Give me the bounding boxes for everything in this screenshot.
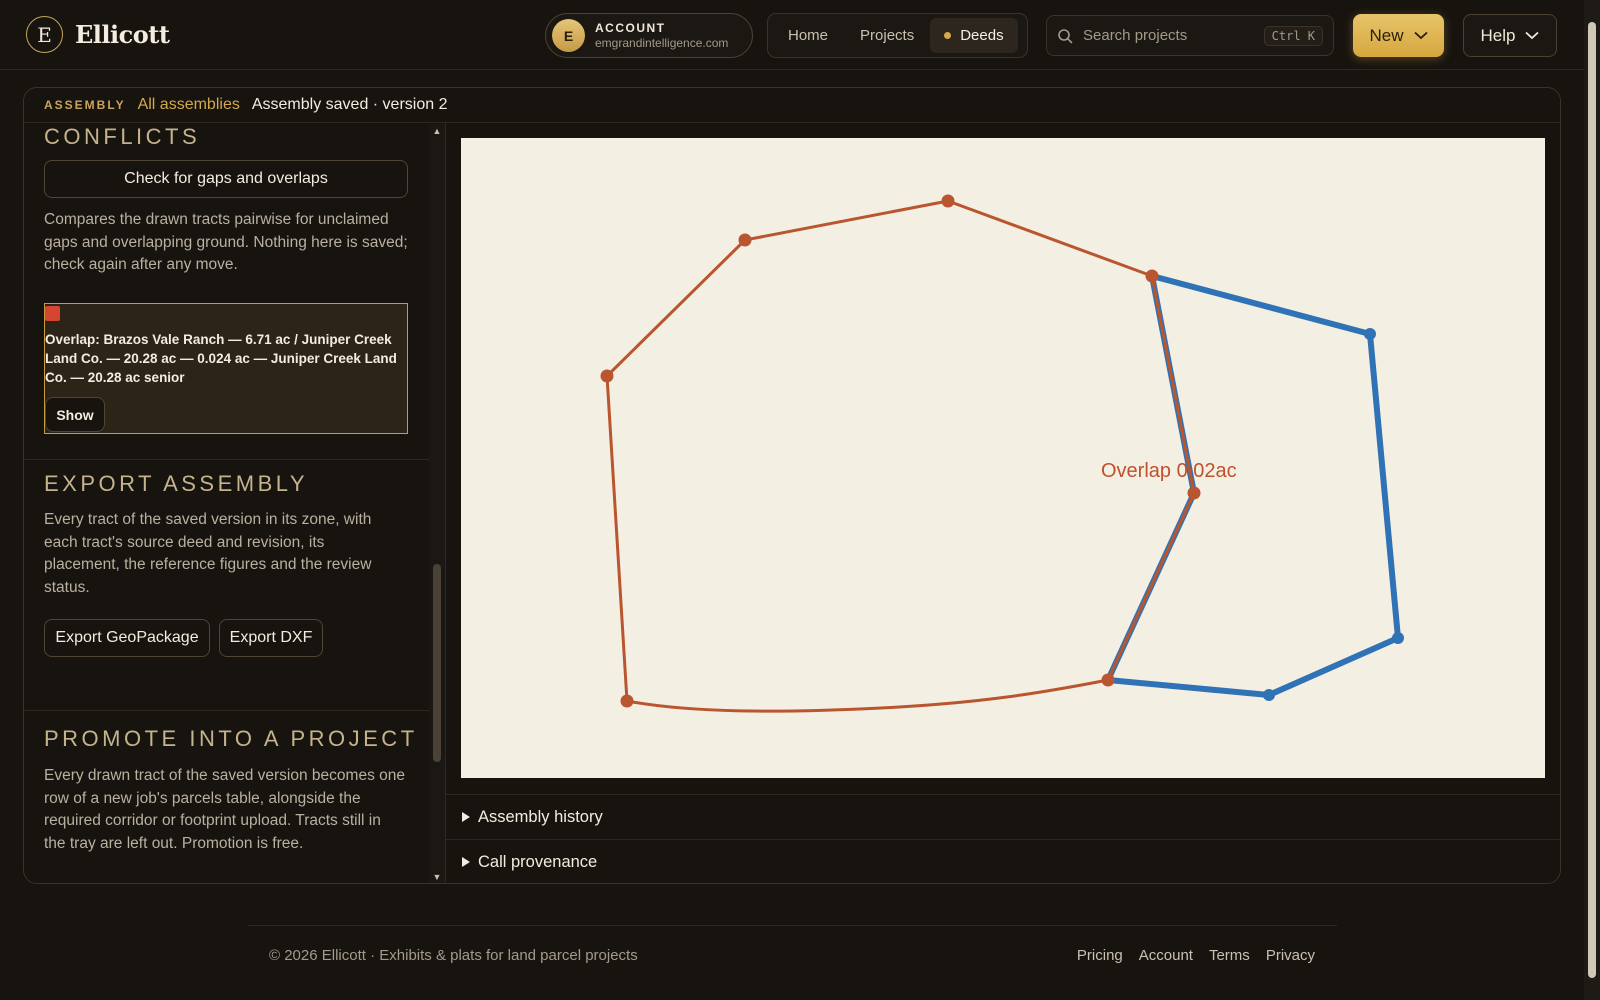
- assembly-sidebar: CONFLICTS Check for gaps and overlaps Co…: [24, 123, 446, 883]
- app-name: Ellicott: [75, 20, 170, 49]
- assembly-panel: ASSEMBLY All assemblies Assembly saved ·…: [23, 87, 1561, 884]
- assembly-breadcrumb: ASSEMBLY All assemblies Assembly saved ·…: [24, 88, 1560, 123]
- footer-links: Pricing Account Terms Privacy: [1077, 947, 1315, 964]
- map-canvas[interactable]: Overlap 0.02ac: [461, 138, 1545, 778]
- tract-a-boundary[interactable]: [605, 199, 1196, 713]
- assembly-history-toggle[interactable]: Assembly history: [446, 794, 1560, 839]
- tract-b-boundary[interactable]: [1105, 273, 1401, 698]
- avatar: E: [552, 19, 585, 52]
- disclosure-triangle-icon: [462, 812, 470, 822]
- disclosure-triangle-icon: [462, 857, 470, 867]
- call-provenance-toggle[interactable]: Call provenance: [446, 839, 1560, 883]
- overlap-flag-icon: [45, 306, 60, 321]
- scroll-down-icon[interactable]: ▼: [432, 872, 442, 882]
- assembly-canvas-area: Overlap 0.02ac Assembly history Call pro…: [446, 123, 1560, 883]
- promote-heading: PROMOTE INTO A PROJECT: [44, 726, 418, 751]
- nav-projects[interactable]: Projects: [844, 18, 930, 53]
- account-chip[interactable]: E ACCOUNT emgrandintelligence.com: [545, 13, 753, 58]
- all-assemblies-link[interactable]: All assemblies: [138, 96, 240, 114]
- logo[interactable]: E Ellicott: [26, 16, 170, 53]
- assembly-kicker: ASSEMBLY: [44, 98, 126, 112]
- page-scroll-thumb[interactable]: [1588, 22, 1596, 978]
- sidebar-scrollbar[interactable]: ▲ ▼: [429, 124, 445, 883]
- tract-a-vertices[interactable]: [600, 194, 1201, 708]
- call-provenance-label: Call provenance: [478, 852, 598, 871]
- nav-home[interactable]: Home: [772, 18, 844, 53]
- main-nav: Home Projects Deeds: [767, 13, 1028, 58]
- top-bar: E Ellicott E ACCOUNT emgrandintelligence…: [0, 0, 1584, 70]
- export-heading: EXPORT ASSEMBLY: [44, 471, 309, 496]
- chevron-down-icon: [1413, 31, 1428, 40]
- footer-link-terms[interactable]: Terms: [1209, 947, 1250, 964]
- export-geopackage-button[interactable]: Export GeoPackage: [44, 619, 210, 657]
- search-box[interactable]: Ctrl K: [1046, 15, 1334, 56]
- show-conflict-button[interactable]: Show: [45, 397, 105, 432]
- new-button-label: New: [1369, 25, 1404, 45]
- promote-description: Every drawn tract of the saved version b…: [44, 767, 405, 852]
- search-input[interactable]: [1083, 27, 1263, 44]
- check-gaps-button[interactable]: Check for gaps and overlaps: [44, 160, 408, 198]
- chevron-down-icon: [1525, 31, 1540, 40]
- export-description: Every tract of the saved version in its …: [44, 511, 372, 596]
- sidebar-scroll-thumb[interactable]: [433, 564, 441, 762]
- account-label: ACCOUNT: [595, 21, 666, 35]
- conflicts-heading: CONFLICTS: [44, 124, 201, 149]
- assembly-status: Assembly saved · version 2: [251, 96, 448, 113]
- nav-deeds-label: Deeds: [960, 27, 1004, 44]
- conflict-result-card: Overlap: Brazos Vale Ranch — 6.71 ac / J…: [44, 303, 408, 434]
- conflict-result-text: Overlap: Brazos Vale Ranch — 6.71 ac / J…: [45, 332, 397, 385]
- active-dot-icon: [944, 32, 952, 39]
- section-divider: [24, 459, 429, 460]
- footer-divider: [248, 925, 1337, 926]
- search-shortcut: Ctrl K: [1263, 25, 1323, 46]
- help-button[interactable]: Help: [1463, 14, 1557, 57]
- export-dxf-button[interactable]: Export DXF: [219, 619, 323, 657]
- search-icon: [1058, 28, 1073, 43]
- section-divider: [24, 710, 429, 711]
- tract-drawing[interactable]: Overlap 0.02ac: [461, 138, 1545, 778]
- scroll-up-icon[interactable]: ▲: [432, 126, 442, 136]
- footer-copyright: © 2026 Ellicott · Exhibits & plats for l…: [269, 947, 638, 964]
- nav-deeds[interactable]: Deeds: [930, 18, 1018, 53]
- footer-link-pricing[interactable]: Pricing: [1077, 947, 1123, 964]
- assembly-history-label: Assembly history: [478, 807, 603, 826]
- footer-link-account[interactable]: Account: [1139, 947, 1193, 964]
- footer-link-privacy[interactable]: Privacy: [1266, 947, 1315, 964]
- help-button-label: Help: [1480, 25, 1516, 45]
- overlap-label: Overlap 0.02ac: [1101, 460, 1237, 482]
- page-scrollbar[interactable]: [1584, 0, 1600, 1000]
- new-button[interactable]: New: [1353, 14, 1444, 57]
- logo-mark: E: [26, 16, 63, 53]
- conflicts-description: Compares the drawn tracts pairwise for u…: [44, 211, 408, 273]
- account-email: emgrandintelligence.com: [595, 36, 729, 50]
